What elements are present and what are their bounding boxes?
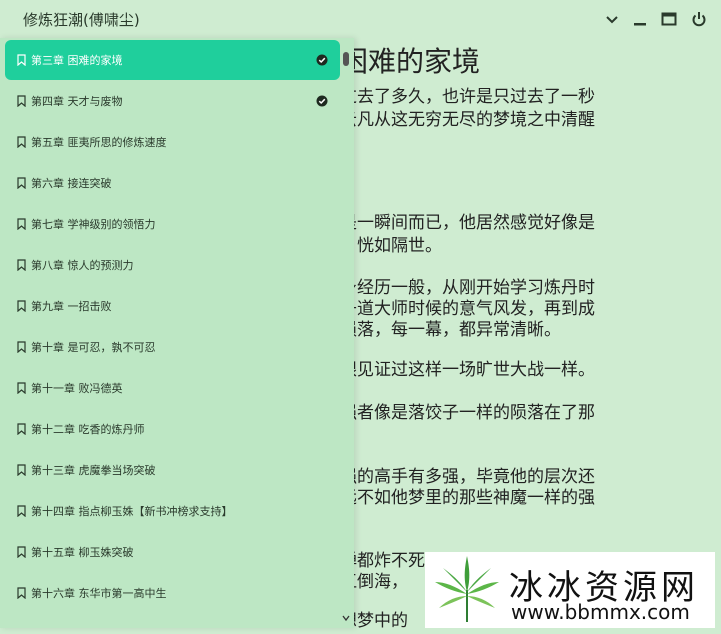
chapter-item[interactable]: 第五章 匪夷所思的修炼速度: [5, 122, 340, 162]
scroll-down-icon[interactable]: [342, 614, 350, 622]
chevron-down-button[interactable]: [603, 10, 621, 28]
chapter-label: 第十五章 柳玉姝突破: [31, 546, 134, 559]
chapter-item[interactable]: 第七章 学神级别的领悟力: [5, 204, 340, 244]
paragraph-line: 眼见证过这样一场旷世大战一样。: [340, 360, 595, 380]
check-circle-icon: [316, 95, 328, 107]
chapter-item[interactable]: 第八章 惊人的预测力: [5, 245, 340, 285]
chevron-down-icon: [606, 16, 618, 24]
bookmark-icon: [17, 54, 26, 66]
watermark: 冰冰资源网 www.bbmmx.com: [425, 552, 715, 628]
chapter-item[interactable]: 第四章 天才与废物: [5, 81, 340, 121]
chapter-item[interactable]: 第九章 一招击败: [5, 286, 340, 326]
chapter-label: 第九章 一招击败: [31, 300, 112, 313]
window-title: 修炼狂潮(傅啸尘): [23, 11, 140, 29]
chapter-sidebar: 第三章 困难的家境 第四章 天才与废物 第五章 匪夷所思的修炼速度 第六章 接连突破第…: [0, 38, 354, 628]
chapter-label: 第十四章 指点柳玉姝【新书冲榜求支持】: [31, 505, 233, 518]
chapter-label: 第十三章 虎魔拳当场突破: [31, 464, 156, 477]
chapter-label: 第七章 学神级别的领悟力: [31, 218, 156, 231]
bookmark-icon: [17, 546, 26, 558]
bookmark-icon: [17, 95, 26, 107]
power-icon: [692, 12, 706, 27]
paragraph-line: 强者像是落饺子一样的陨落在了那: [340, 403, 595, 423]
paragraph-line: 是一瞬间而已，他居然感觉好像是: [340, 213, 595, 233]
bookmark-icon: [17, 136, 26, 148]
bookmark-icon: [17, 218, 26, 230]
bookmark-icon: [17, 587, 26, 599]
scrollbar-thumb[interactable]: [343, 52, 349, 66]
minimize-button[interactable]: [631, 10, 649, 28]
maximize-icon: [661, 12, 677, 26]
watermark-url: www.bbmmx.com: [511, 600, 690, 624]
chapter-label: 第四章 天才与废物: [31, 95, 123, 108]
paragraph-line: ，恍如隔世。: [340, 236, 442, 256]
chapter-label: 第六章 接连突破: [31, 177, 112, 190]
bookmark-icon: [17, 177, 26, 189]
maximize-button[interactable]: [660, 10, 678, 28]
sidebar-scrollbar[interactable]: [342, 46, 350, 624]
chapter-item[interactable]: 第十二章 吃香的炼丹师: [5, 409, 340, 449]
leaf-logo-icon: [435, 556, 499, 622]
chapter-item[interactable]: 第六章 接连突破: [5, 163, 340, 203]
bookmark-icon: [17, 341, 26, 353]
paragraph-line: 过去了多久，也许是只过去了一秒: [340, 87, 595, 107]
bookmark-icon: [17, 259, 26, 271]
power-button[interactable]: [690, 10, 708, 28]
chapter-label: 第三章 困难的家境: [31, 54, 123, 67]
chapter-item[interactable]: 第十六章 东华市第一高中生: [5, 573, 340, 613]
paragraph-line: 陨落，每一幕，都异常清晰。: [340, 320, 561, 340]
bookmark-icon: [17, 382, 26, 394]
chapter-label: 第十六章 东华市第一高中生: [31, 587, 167, 600]
chapter-item[interactable]: 第十章 是可忍，孰不可忍: [5, 327, 340, 367]
paragraph-line: 远不如他梦里的那些神魔一样的强: [340, 488, 595, 508]
title-bar: 修炼狂潮(傅啸尘): [0, 0, 721, 38]
chapter-label: 第五章 匪夷所思的修炼速度: [31, 136, 167, 149]
minimize-icon: [634, 23, 646, 26]
chapter-label: 第十一章 败冯德英: [31, 382, 123, 395]
paragraph-line: 云凡从这无穷无尽的梦境之中清醒: [340, 110, 595, 130]
bookmark-icon: [17, 464, 26, 476]
chapter-label: 第八章 惊人的预测力: [31, 259, 134, 272]
chapter-item[interactable]: 第十四章 指点柳玉姝【新书冲榜求支持】: [5, 491, 340, 531]
bookmark-icon: [17, 505, 26, 517]
check-circle-icon: [316, 54, 328, 66]
bookmark-icon: [17, 300, 26, 312]
chapter-item[interactable]: 第三章 困难的家境: [5, 40, 340, 80]
chapter-item[interactable]: 第十三章 虎魔拳当场突破: [5, 450, 340, 490]
chapter-item[interactable]: 第十一章 败冯德英: [5, 368, 340, 408]
chapter-item[interactable]: 第十五章 柳玉姝突破: [5, 532, 340, 572]
bookmark-icon: [17, 423, 26, 435]
chapter-label: 第十章 是可忍，孰不可忍: [31, 341, 156, 354]
chapter-label: 第十二章 吃香的炼丹师: [31, 423, 145, 436]
chapter-heading: 困难的家境: [340, 45, 481, 78]
